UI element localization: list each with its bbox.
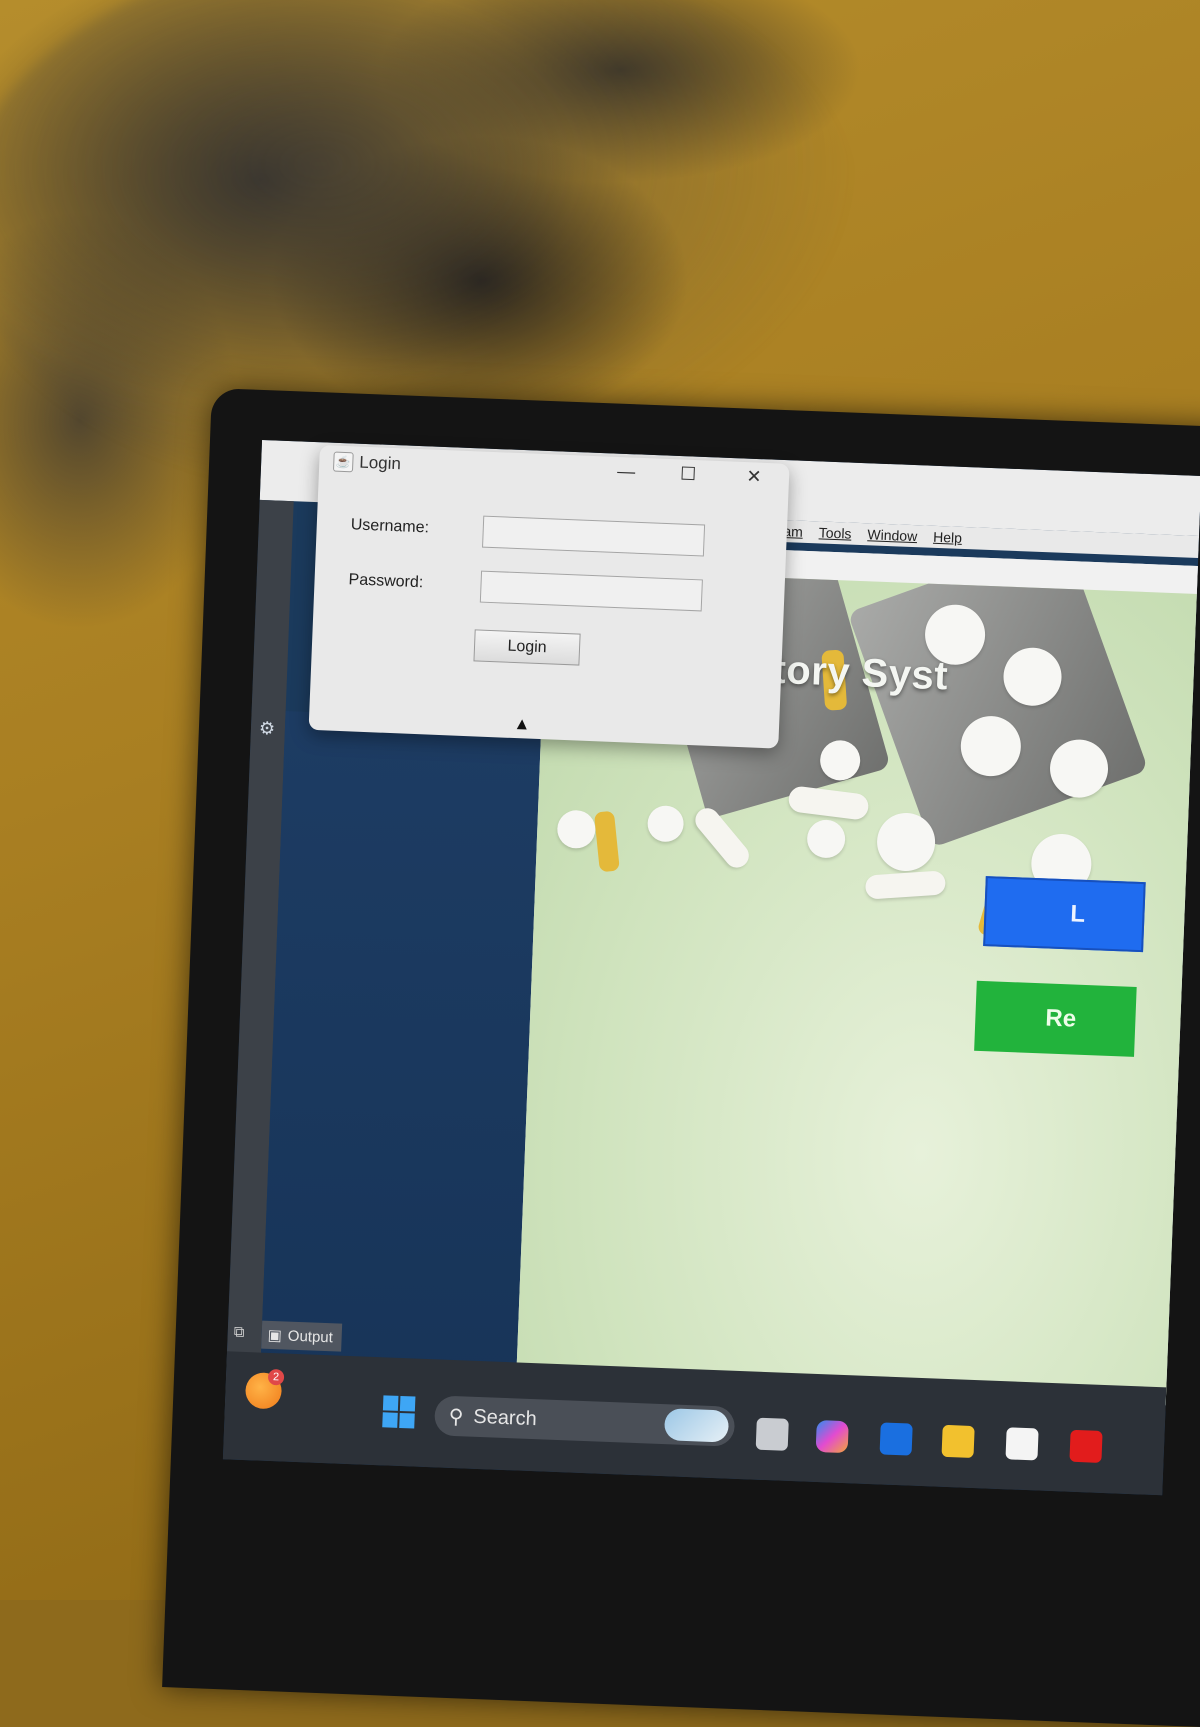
restore-windows-icon[interactable]: ⧉ — [233, 1324, 244, 1341]
search-label: Search — [472, 1405, 538, 1430]
services-icon[interactable]: ⚙ — [259, 718, 276, 740]
menu-help[interactable]: Help — [933, 529, 962, 546]
password-field[interactable] — [479, 570, 703, 612]
output-tab[interactable]: ▣ Output — [261, 1320, 343, 1352]
register-nav-button[interactable]: Re — [974, 980, 1137, 1057]
file-explorer-icon[interactable] — [941, 1424, 975, 1459]
username-field[interactable] — [482, 515, 706, 557]
caplet-image — [787, 785, 870, 821]
login-dialog: ☕ Login — ☐ ✕ Username: Password: Login — [308, 445, 790, 749]
username-label: Username: — [350, 516, 430, 537]
task-view-icon[interactable] — [755, 1417, 789, 1451]
java-icon: ☕ — [332, 451, 354, 473]
search-highlight-image — [663, 1408, 730, 1443]
capsule-image — [593, 810, 620, 873]
search-icon: ⚲ — [448, 1405, 464, 1428]
minimize-icon[interactable]: — — [611, 461, 642, 483]
microsoft-store-icon[interactable] — [1005, 1427, 1039, 1461]
copilot-icon[interactable] — [815, 1419, 849, 1454]
app-icon[interactable] — [879, 1422, 913, 1456]
youtube-icon[interactable] — [1069, 1429, 1103, 1463]
menu-window[interactable]: Window — [867, 526, 917, 544]
password-label: Password: — [348, 571, 424, 592]
output-tab-label: Output — [287, 1327, 334, 1346]
login-nav-button[interactable]: L — [983, 876, 1146, 953]
blister-pack-image — [847, 569, 1149, 848]
output-icon: ▣ — [267, 1326, 283, 1345]
menu-tools[interactable]: Tools — [819, 524, 852, 541]
pill-image — [646, 805, 685, 843]
notification-badge: 2 — [267, 1368, 285, 1386]
pill-image — [806, 819, 846, 859]
mouse-cursor-icon — [516, 719, 528, 730]
close-icon[interactable]: ✕ — [739, 466, 770, 488]
windows-start-icon[interactable] — [382, 1395, 416, 1429]
login-button[interactable]: Login — [473, 629, 581, 666]
caplet-image — [864, 870, 947, 900]
login-title: Login — [358, 452, 402, 474]
pill-image — [556, 809, 597, 850]
taskbar-search-box[interactable]: ⚲ Search — [433, 1395, 736, 1447]
maximize-icon[interactable]: ☐ — [673, 463, 704, 485]
